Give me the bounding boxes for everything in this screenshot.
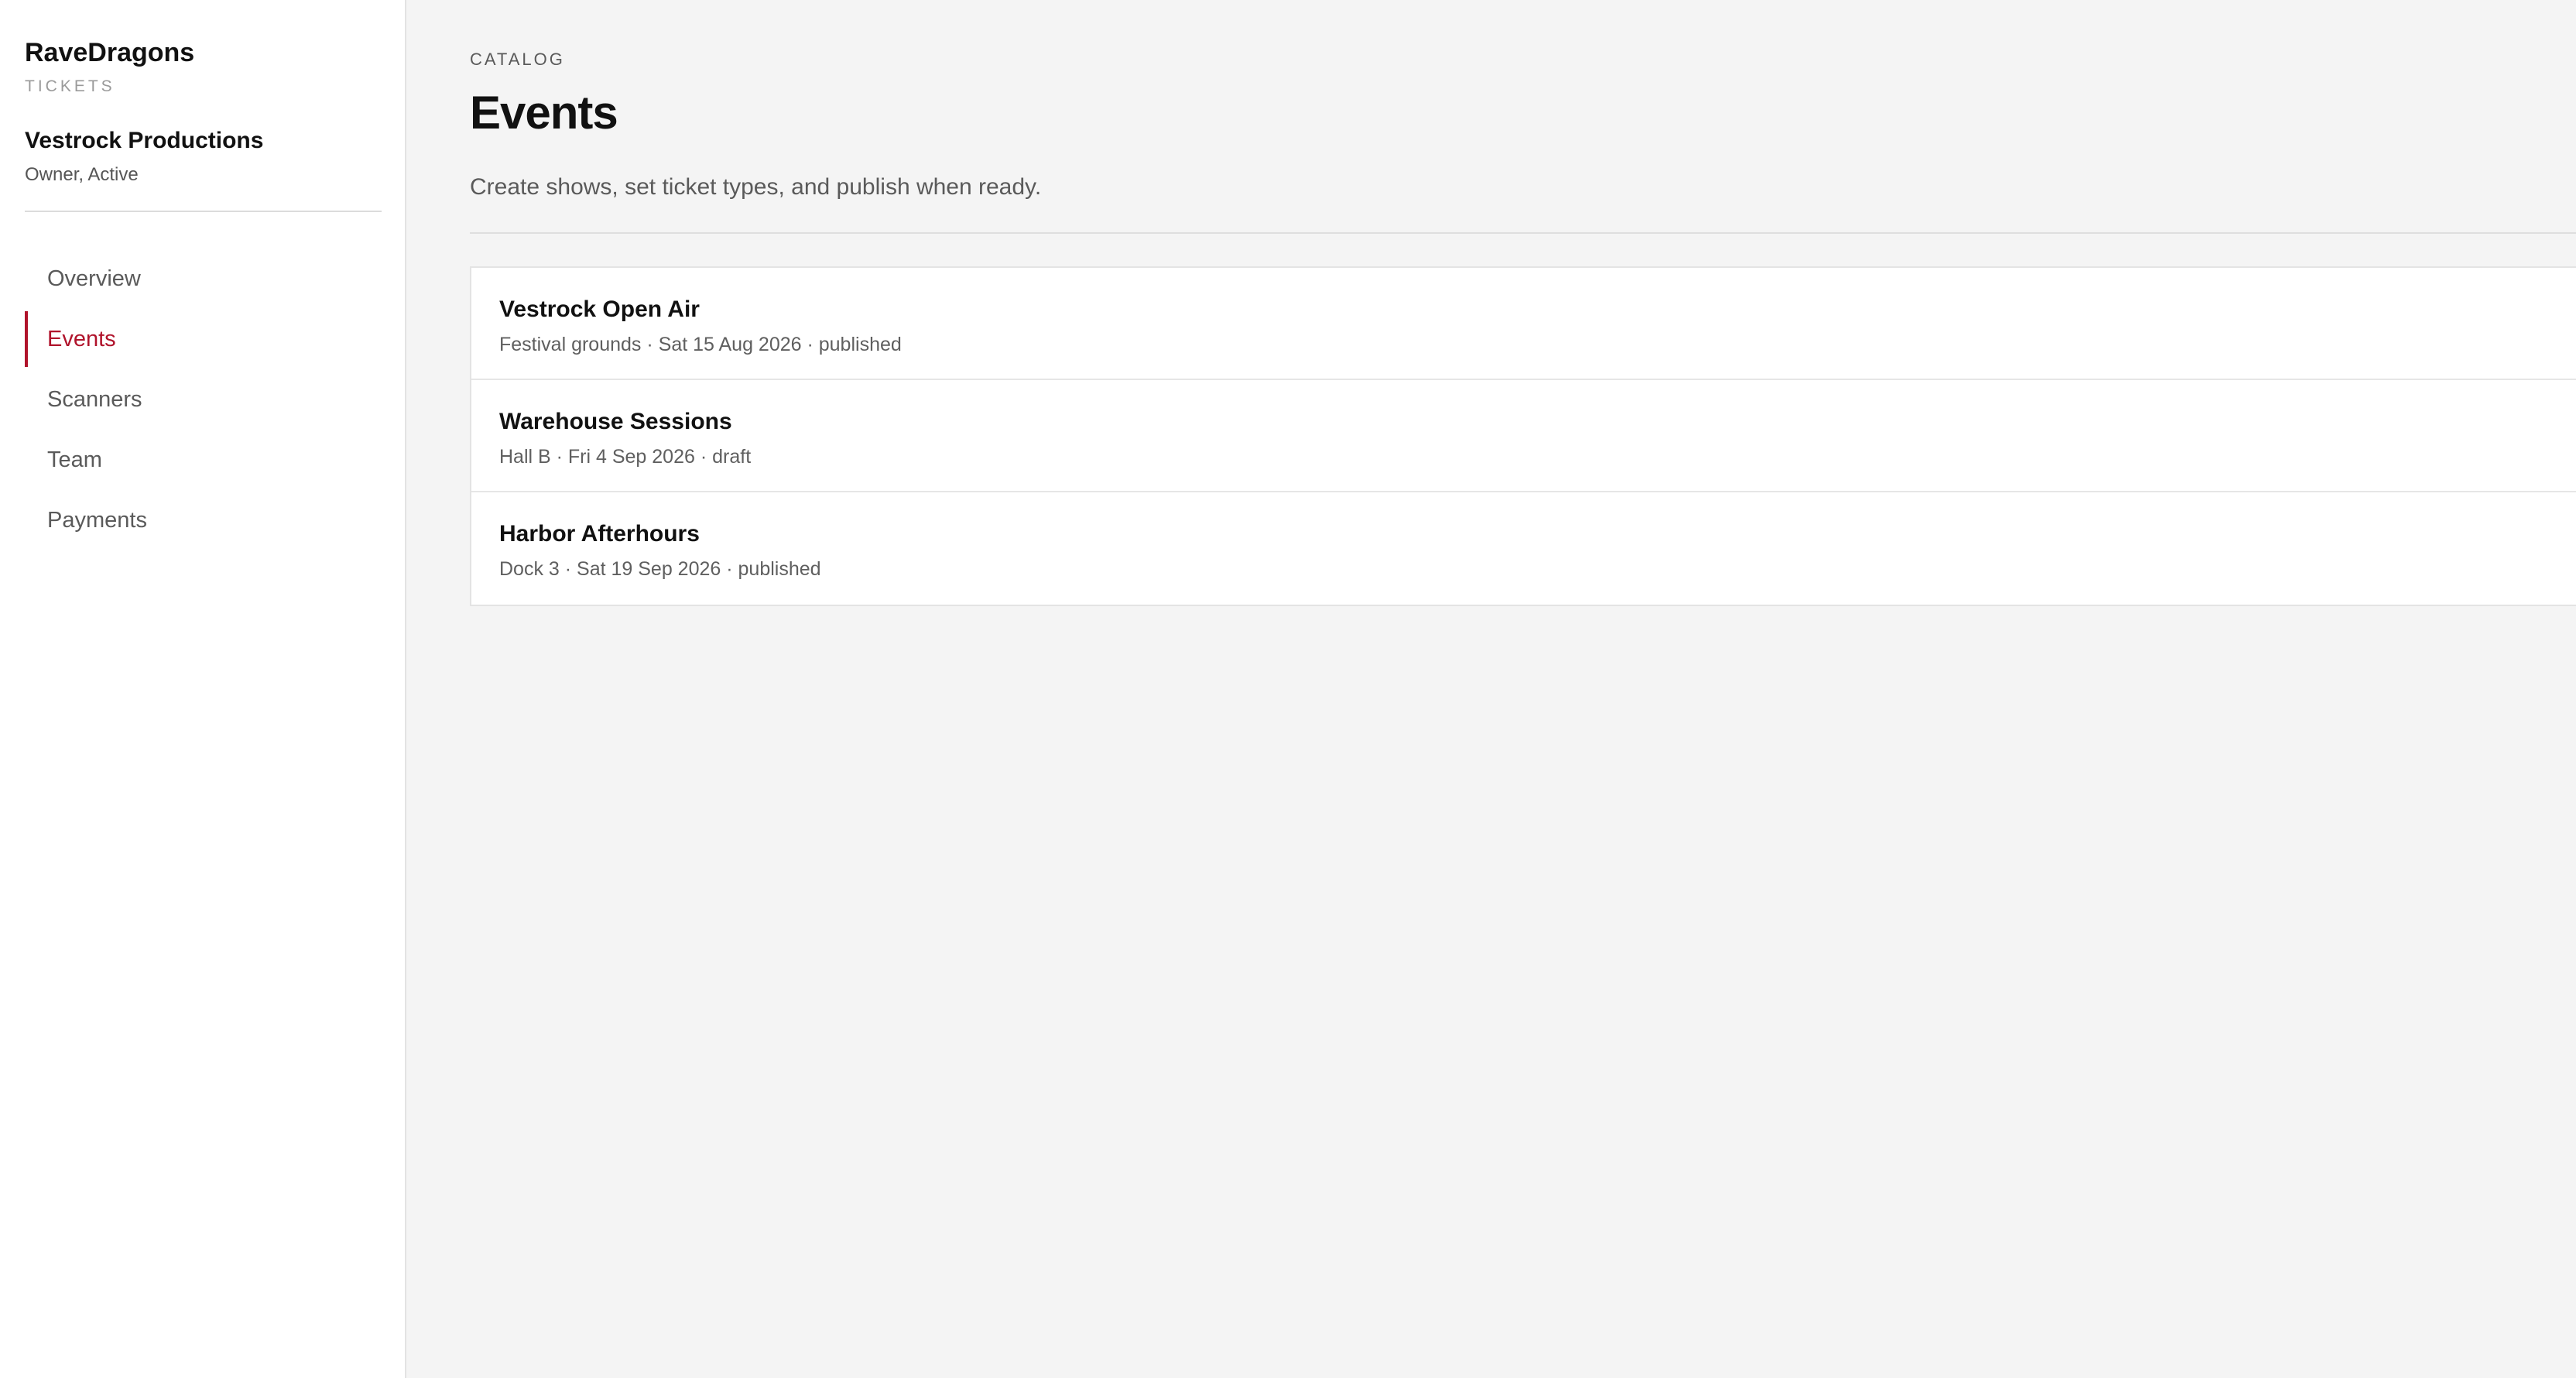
- event-meta: Dock 3 · Sat 19 Sep 2026 · published: [499, 558, 821, 581]
- section-eyebrow: CATALOG: [470, 50, 565, 69]
- sidebar: RaveDragons TICKETS Vestrock Productions…: [0, 0, 406, 1378]
- page-title: Events: [470, 87, 618, 139]
- event-meta: Hall B · Fri 4 Sep 2026 · draft: [499, 446, 752, 468]
- event-list: Vestrock Open Air Festival grounds · Sat…: [470, 266, 2576, 607]
- main-content: CATALOG Events Create shows, set ticket …: [406, 0, 2576, 1378]
- event-name: Vestrock Open Air: [499, 297, 700, 323]
- header-divider: [470, 232, 2576, 235]
- event-name: Harbor Afterhours: [499, 521, 700, 547]
- event-row[interactable]: Harbor Afterhours Dock 3 · Sat 19 Sep 20…: [471, 492, 2576, 605]
- organization-role: Owner, Active: [25, 164, 139, 185]
- brand-name: RaveDragons: [25, 38, 195, 67]
- event-row[interactable]: Warehouse Sessions Hall B · Fri 4 Sep 20…: [471, 380, 2576, 493]
- sidebar-item-scanners[interactable]: Scanners: [25, 372, 380, 427]
- organization-name: Vestrock Productions: [25, 128, 264, 153]
- sidebar-item-overview[interactable]: Overview: [25, 251, 380, 307]
- sidebar-item-team[interactable]: Team: [25, 432, 380, 488]
- page-description: Create shows, set ticket types, and publ…: [470, 174, 1042, 201]
- event-row[interactable]: Vestrock Open Air Festival grounds · Sat…: [471, 268, 2576, 381]
- event-meta: Festival grounds · Sat 15 Aug 2026 · pub…: [499, 334, 902, 356]
- sidebar-nav: Overview Events Scanners Team Payments: [25, 251, 380, 548]
- event-name: Warehouse Sessions: [499, 409, 732, 435]
- sidebar-divider: [25, 211, 382, 212]
- app-shell: RaveDragons TICKETS Vestrock Productions…: [0, 0, 2576, 1378]
- sidebar-item-events[interactable]: Events: [25, 311, 380, 367]
- brand-subtitle: TICKETS: [25, 77, 115, 95]
- sidebar-item-payments[interactable]: Payments: [25, 492, 380, 548]
